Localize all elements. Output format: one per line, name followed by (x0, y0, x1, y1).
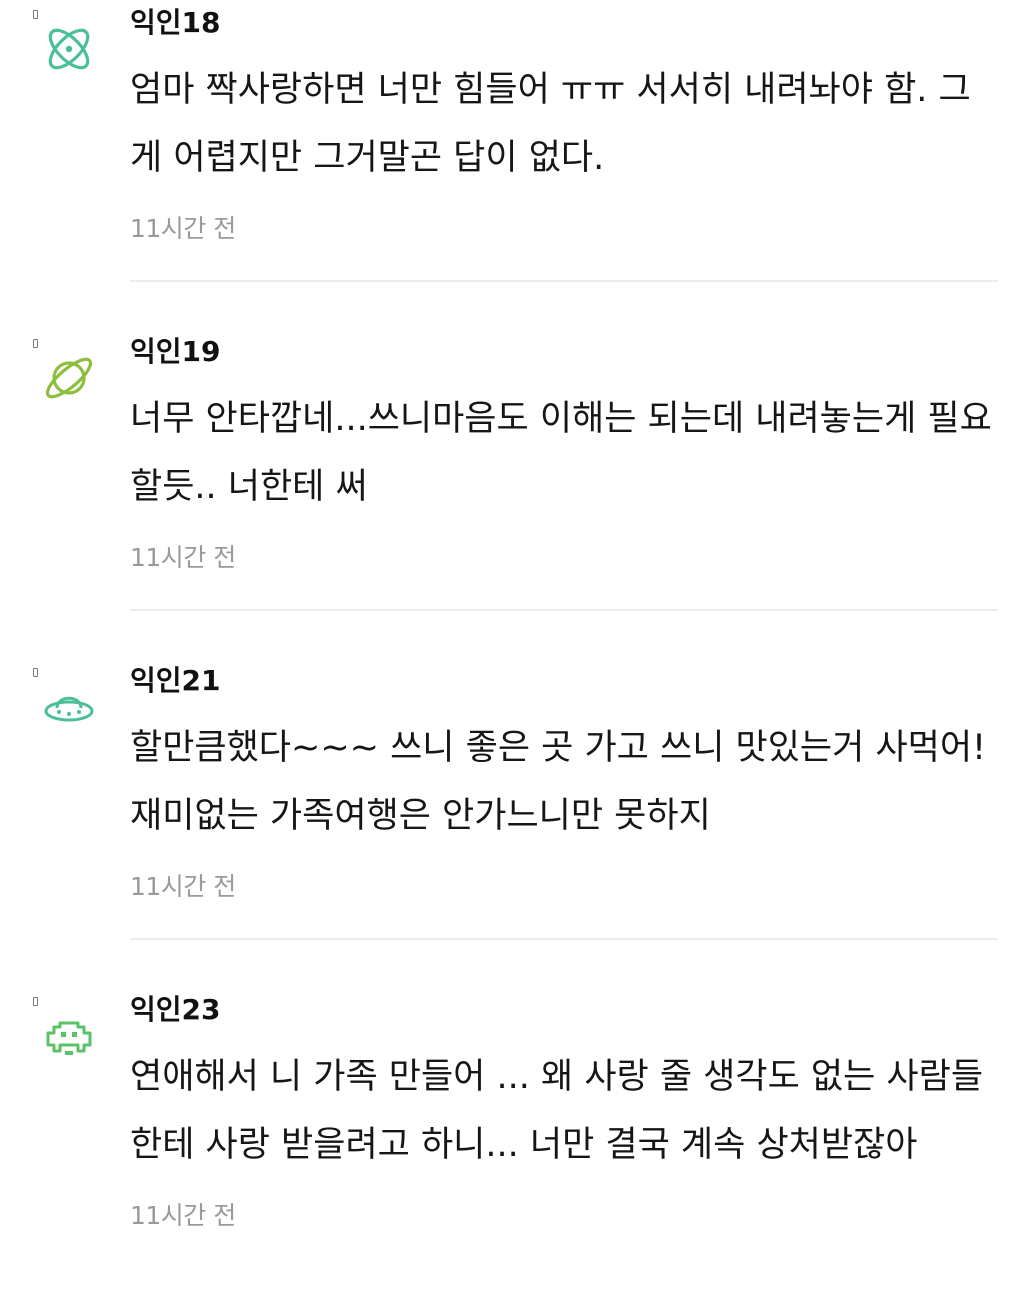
comment-divider (130, 280, 998, 282)
comment-author[interactable]: 익인21 (130, 663, 221, 699)
comment-divider (130, 938, 998, 940)
atom-icon (40, 20, 98, 78)
comment-item: 익인18 엄마 짝사랑하면 너만 힘들어 ㅠㅠ 서서히 내려놔야 함. 그게 어… (0, 0, 1024, 329)
comment-author[interactable]: 익인18 (130, 5, 221, 41)
comment-text: 엄마 짝사랑하면 너만 힘들어 ㅠㅠ 서서히 내려놔야 함. 그게 어렵지만 그… (130, 70, 971, 178)
comment-author[interactable]: 익인23 (130, 992, 221, 1028)
comment-marker-icon (33, 10, 38, 19)
comment-timestamp: 11시간 전 (130, 1201, 236, 1230)
comment-item: 익인21 할만큼했다~~~ 쓰니 좋은 곳 가고 쓰니 맛있는거 사먹어! 재미… (0, 658, 1024, 987)
comment-timestamp: 11시간 전 (130, 543, 236, 572)
comment-text: 할만큼했다~~~ 쓰니 좋은 곳 가고 쓰니 맛있는거 사먹어! 재미없는 가족… (130, 728, 987, 836)
planet-icon (40, 349, 98, 407)
space-invader-icon (40, 1007, 98, 1065)
comment-item: 익인23 연애해서 니 가족 만들어 ... 왜 사랑 줄 생각도 없는 사람들… (0, 987, 1024, 1316)
comment-marker-icon (33, 668, 38, 677)
comment-divider (130, 609, 998, 611)
comment-marker-icon (33, 997, 38, 1006)
ufo-icon (40, 678, 98, 736)
comment-item: 익인19 너무 안타깝네...쓰니마음도 이해는 되는데 내려놓는게 필요할듯.… (0, 329, 1024, 658)
comment-marker-icon (33, 339, 38, 348)
comment-text: 너무 안타깝네...쓰니마음도 이해는 되는데 내려놓는게 필요할듯.. 너한테… (130, 399, 992, 507)
comment-text: 연애해서 니 가족 만들어 ... 왜 사랑 줄 생각도 없는 사람들한테 사랑… (130, 1057, 984, 1165)
comment-author[interactable]: 익인19 (130, 334, 221, 370)
comment-timestamp: 11시간 전 (130, 872, 236, 901)
comment-timestamp: 11시간 전 (130, 214, 236, 243)
